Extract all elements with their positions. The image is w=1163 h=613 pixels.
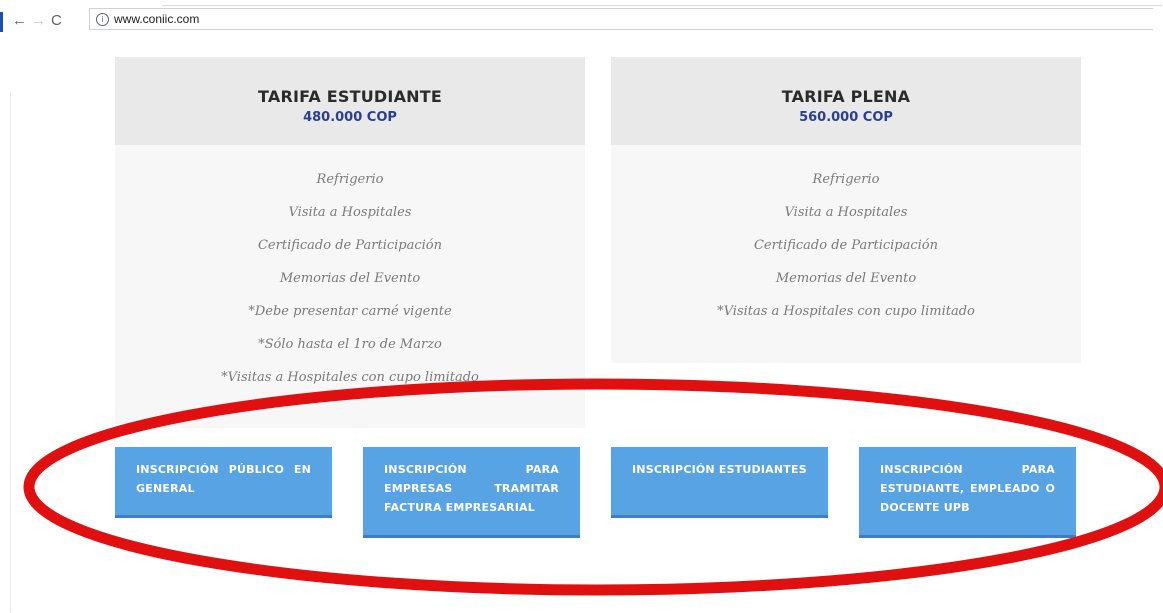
- feature-item: *Sólo hasta el 1ro de Marzo: [258, 337, 442, 352]
- feature-item: Certificado de Participación: [257, 238, 443, 253]
- register-general-public-button[interactable]: INSCRIPCIÓN PÚBLICO EN GENERAL: [115, 447, 332, 518]
- pricing-card-header: TARIFA PLENA 560.000 COP: [611, 57, 1081, 145]
- pricing-card-title: TARIFA PLENA: [781, 87, 911, 106]
- info-icon[interactable]: i: [96, 13, 109, 26]
- window-edge-marker: [0, 12, 3, 32]
- toolbar-divider: [162, 5, 1162, 6]
- url-text[interactable]: www.coniic.com: [114, 12, 199, 26]
- back-arrow-icon[interactable]: ←: [12, 13, 27, 29]
- feature-item: Memorias del Evento: [279, 271, 421, 286]
- forward-arrow-icon[interactable]: →: [31, 13, 46, 29]
- browser-toolbar: ← → C i www.coniic.com: [0, 0, 1163, 38]
- feature-item: Memorias del Evento: [775, 271, 917, 286]
- pricing-card-full: TARIFA PLENA 560.000 COP Refrigerio Visi…: [611, 57, 1081, 363]
- feature-item: *Visitas a Hospitales con cupo limitado: [717, 304, 975, 319]
- page-left-border: [10, 92, 11, 612]
- feature-item: *Visitas a Hospitales con cupo limitado: [221, 370, 479, 385]
- pricing-card-price: 480.000 COP: [303, 110, 397, 125]
- register-companies-invoice-button[interactable]: INSCRIPCIÓN PARA EMPRESAS TRAMITAR FACTU…: [363, 447, 580, 538]
- pricing-card-header: TARIFA ESTUDIANTE 480.000 COP: [115, 57, 585, 145]
- address-bar[interactable]: i www.coniic.com: [89, 8, 1153, 30]
- pricing-card-title: TARIFA ESTUDIANTE: [258, 87, 442, 106]
- register-students-button[interactable]: INSCRIPCIÓN ESTUDIANTES: [611, 447, 828, 518]
- feature-item: Refrigerio: [316, 172, 384, 187]
- feature-item: Visita a Hospitales: [784, 205, 908, 220]
- feature-item: Refrigerio: [812, 172, 880, 187]
- pricing-card-features: Refrigerio Visita a Hospitales Certifica…: [115, 145, 585, 428]
- feature-item: Visita a Hospitales: [288, 205, 412, 220]
- reload-icon[interactable]: C: [51, 13, 62, 29]
- pricing-card-features: Refrigerio Visita a Hospitales Certifica…: [611, 145, 1081, 363]
- pricing-card-student: TARIFA ESTUDIANTE 480.000 COP Refrigerio…: [115, 57, 585, 428]
- pricing-card-price: 560.000 COP: [799, 110, 893, 125]
- feature-item: *Debe presentar carné vigente: [248, 304, 452, 319]
- register-upb-community-button[interactable]: INSCRIPCIÓN PARA ESTUDIANTE, EMPLEADO O …: [859, 447, 1076, 538]
- feature-item: Certificado de Participación: [753, 238, 939, 253]
